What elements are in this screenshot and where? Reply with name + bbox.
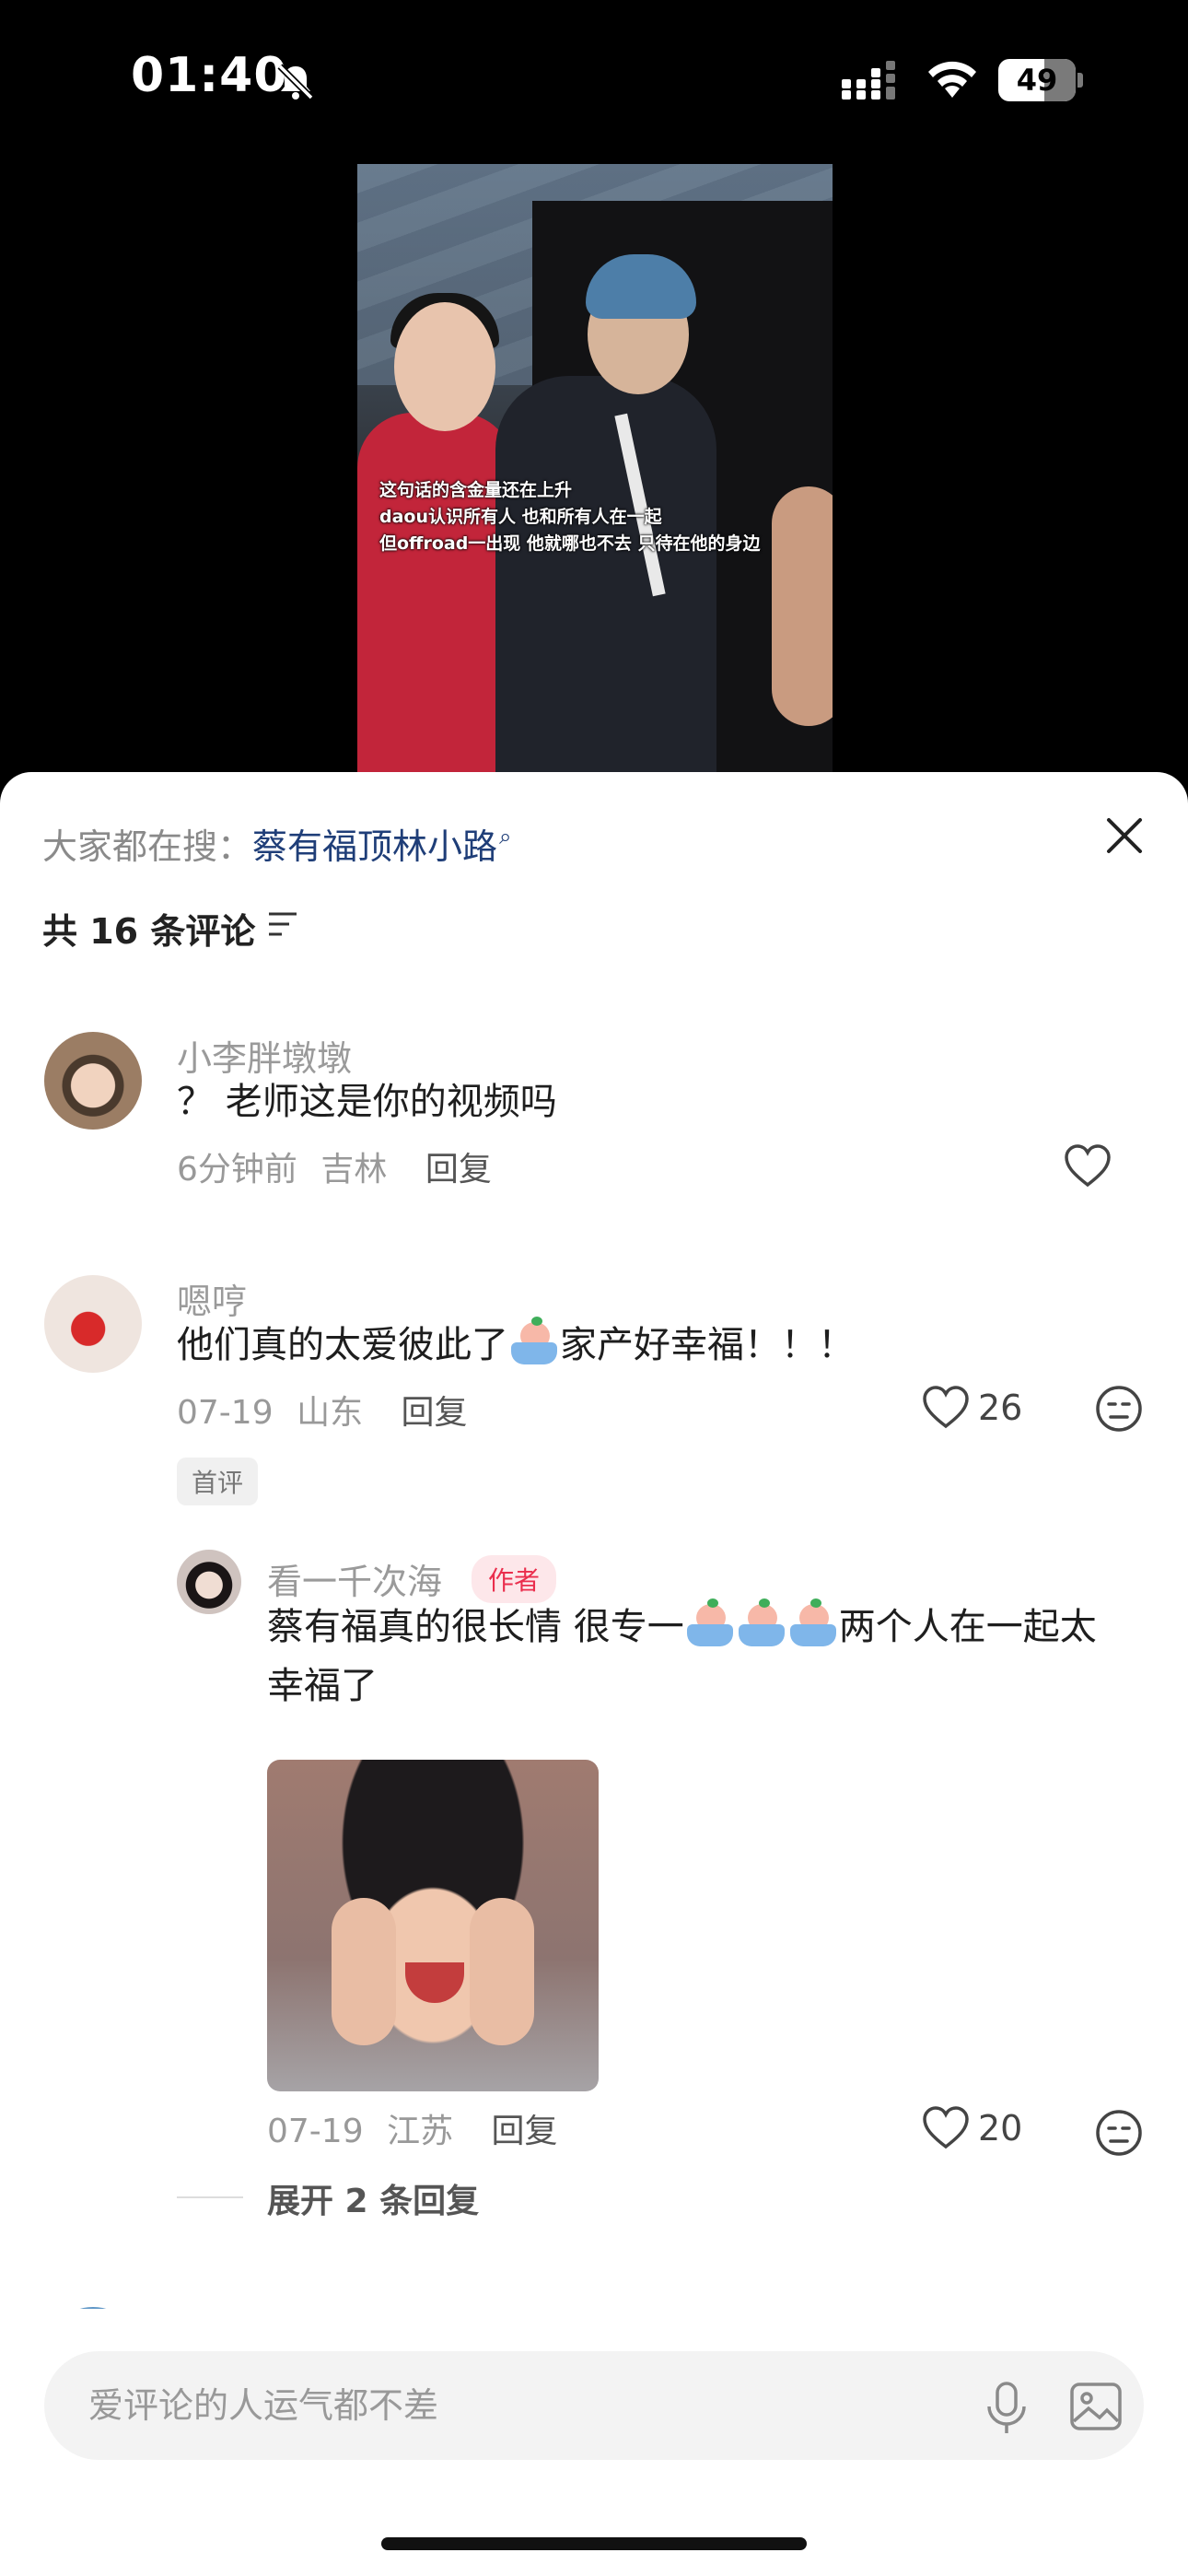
comment-text: 他们真的太爱彼此了 家产好幸福！！！	[177, 1316, 855, 1375]
comment-text-part: 他们真的太爱彼此了	[177, 1324, 508, 1366]
caption-line: daou认识所有人 也和所有人在一起	[379, 507, 662, 527]
comments-count: 共 16 条评论	[42, 911, 256, 952]
comment-input-container[interactable]	[44, 2351, 1144, 2460]
avatar[interactable]	[44, 1032, 142, 1130]
comment-text-part: 幸福了	[267, 1665, 378, 1707]
comment-sheet: 大家都在搜：蔡有福顶林小路⌕ 共 16 条评论 小李胖墩墩 ？ 老师这是你的视频…	[0, 772, 1188, 2576]
heart-icon	[923, 1386, 969, 1429]
comment-location: 江苏	[387, 2113, 454, 2150]
like-count: 26	[978, 1388, 1023, 1428]
like-button[interactable]	[1063, 1142, 1120, 1190]
comment-input[interactable]	[88, 2351, 936, 2460]
video-player[interactable]: 这句话的含金量还在上升 daou认识所有人 也和所有人在一起 但offroad一…	[357, 164, 833, 772]
reply-meta: 07-19 江苏 回复	[267, 2104, 558, 2152]
comment-item: 小李胖墩墩 ？ 老师这是你的视频吗 6分钟前 吉林 回复	[0, 1030, 1188, 1188]
reply-button[interactable]: 回复	[402, 1394, 468, 1432]
search-prefix: 大家都在搜：	[42, 826, 253, 867]
reply-item: 看一千次海 作者 蔡有福真的很长情 很专一 两个人在一起太 幸福了	[0, 1550, 1188, 2091]
heart-icon	[923, 2106, 969, 2149]
sort-icon[interactable]	[267, 908, 298, 940]
first-comment-badge: 首评	[177, 1458, 259, 1505]
like-count: 20	[978, 2108, 1023, 2149]
image-icon[interactable]	[1068, 2381, 1124, 2432]
mic-icon[interactable]	[982, 2381, 1031, 2436]
signal-icon	[842, 61, 895, 100]
search-icon: ⌕	[499, 824, 512, 849]
search-query[interactable]: 蔡有福顶林小路	[252, 826, 497, 867]
bell-off-icon	[277, 64, 314, 100]
battery-icon: 49	[998, 59, 1083, 101]
comment-item: 嗯哼 他们真的太爱彼此了 家产好幸福！！！ 07-19 山东 回复 26 首评	[0, 1273, 1188, 1550]
expand-replies-button[interactable]: 展开 2 条回复	[267, 2174, 479, 2222]
reply-button[interactable]: 回复	[425, 1151, 492, 1188]
avatar[interactable]	[177, 1550, 241, 1614]
reply-image[interactable]	[267, 1760, 599, 2091]
battery-level: 49	[1016, 63, 1058, 98]
comment-username[interactable]: 看一千次海	[267, 1553, 442, 1604]
bathtub-emoji	[685, 1598, 735, 1648]
bathtub-emoji	[737, 1598, 786, 1648]
home-indicator	[381, 2537, 807, 2550]
comment-text: 蔡有福真的很长情 很专一 两个人在一起太 幸福了	[267, 1598, 1142, 1715]
caption-line: 这句话的含金量还在上升	[379, 480, 573, 500]
comment-time: 07-19	[177, 1394, 274, 1432]
status-bar: 01:40 49	[0, 0, 1188, 157]
like-button[interactable]: 20	[921, 2104, 1022, 2152]
reply-button[interactable]: 回复	[492, 2113, 558, 2150]
comment-text-part: 两个人在一起太	[838, 1606, 1097, 1648]
caption-line: 但offroad一出现 他就哪也不去 只待在他的身边	[379, 533, 761, 554]
comment-input-bar	[0, 2309, 1188, 2576]
avatar[interactable]	[44, 1275, 142, 1373]
comment-time: 07-19	[267, 2113, 364, 2150]
comment-text-part: 蔡有福真的很长情 很专一	[267, 1606, 684, 1648]
like-button[interactable]: 26	[921, 1384, 1022, 1432]
comment-meta: 6分钟前 吉林 回复	[177, 1142, 492, 1190]
comment-time: 6分钟前	[177, 1151, 297, 1188]
video-caption: 这句话的含金量还在上升 daou认识所有人 也和所有人在一起 但offroad一…	[379, 477, 812, 557]
bathtub-emoji	[509, 1317, 559, 1366]
wifi-icon	[928, 61, 976, 98]
expand-divider	[177, 2196, 243, 2198]
dislike-face-icon[interactable]	[1094, 1384, 1144, 1434]
close-icon[interactable]	[1101, 813, 1147, 859]
comment-location: 山东	[297, 1394, 364, 1432]
heart-icon	[1065, 1144, 1111, 1188]
status-time: 01:40	[131, 48, 288, 103]
search-suggestion[interactable]: 大家都在搜：蔡有福顶林小路⌕	[42, 818, 511, 869]
author-badge: 作者	[472, 1555, 557, 1603]
bathtub-emoji	[788, 1598, 838, 1648]
comment-meta: 07-19 山东 回复	[177, 1386, 468, 1434]
comment-text-part: 家产好幸福！！！	[560, 1324, 855, 1366]
dislike-face-icon[interactable]	[1094, 2108, 1144, 2158]
comment-text: ？ 老师这是你的视频吗	[177, 1081, 557, 1123]
comment-location: 吉林	[320, 1151, 388, 1188]
